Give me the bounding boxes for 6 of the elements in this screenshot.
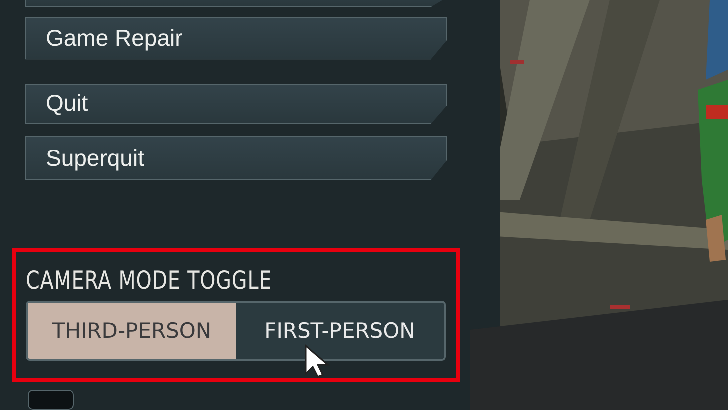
toggle-option[interactable]: THIRD-PERSON <box>28 303 236 360</box>
menu-button[interactable]: Quit <box>25 84 447 124</box>
menu-button[interactable]: Superquit <box>25 136 447 180</box>
section-title: CAMERA MODE TOGGLE <box>26 266 272 296</box>
menu-button[interactable]: Game Repair <box>25 17 447 60</box>
menu-button[interactable] <box>28 390 74 410</box>
